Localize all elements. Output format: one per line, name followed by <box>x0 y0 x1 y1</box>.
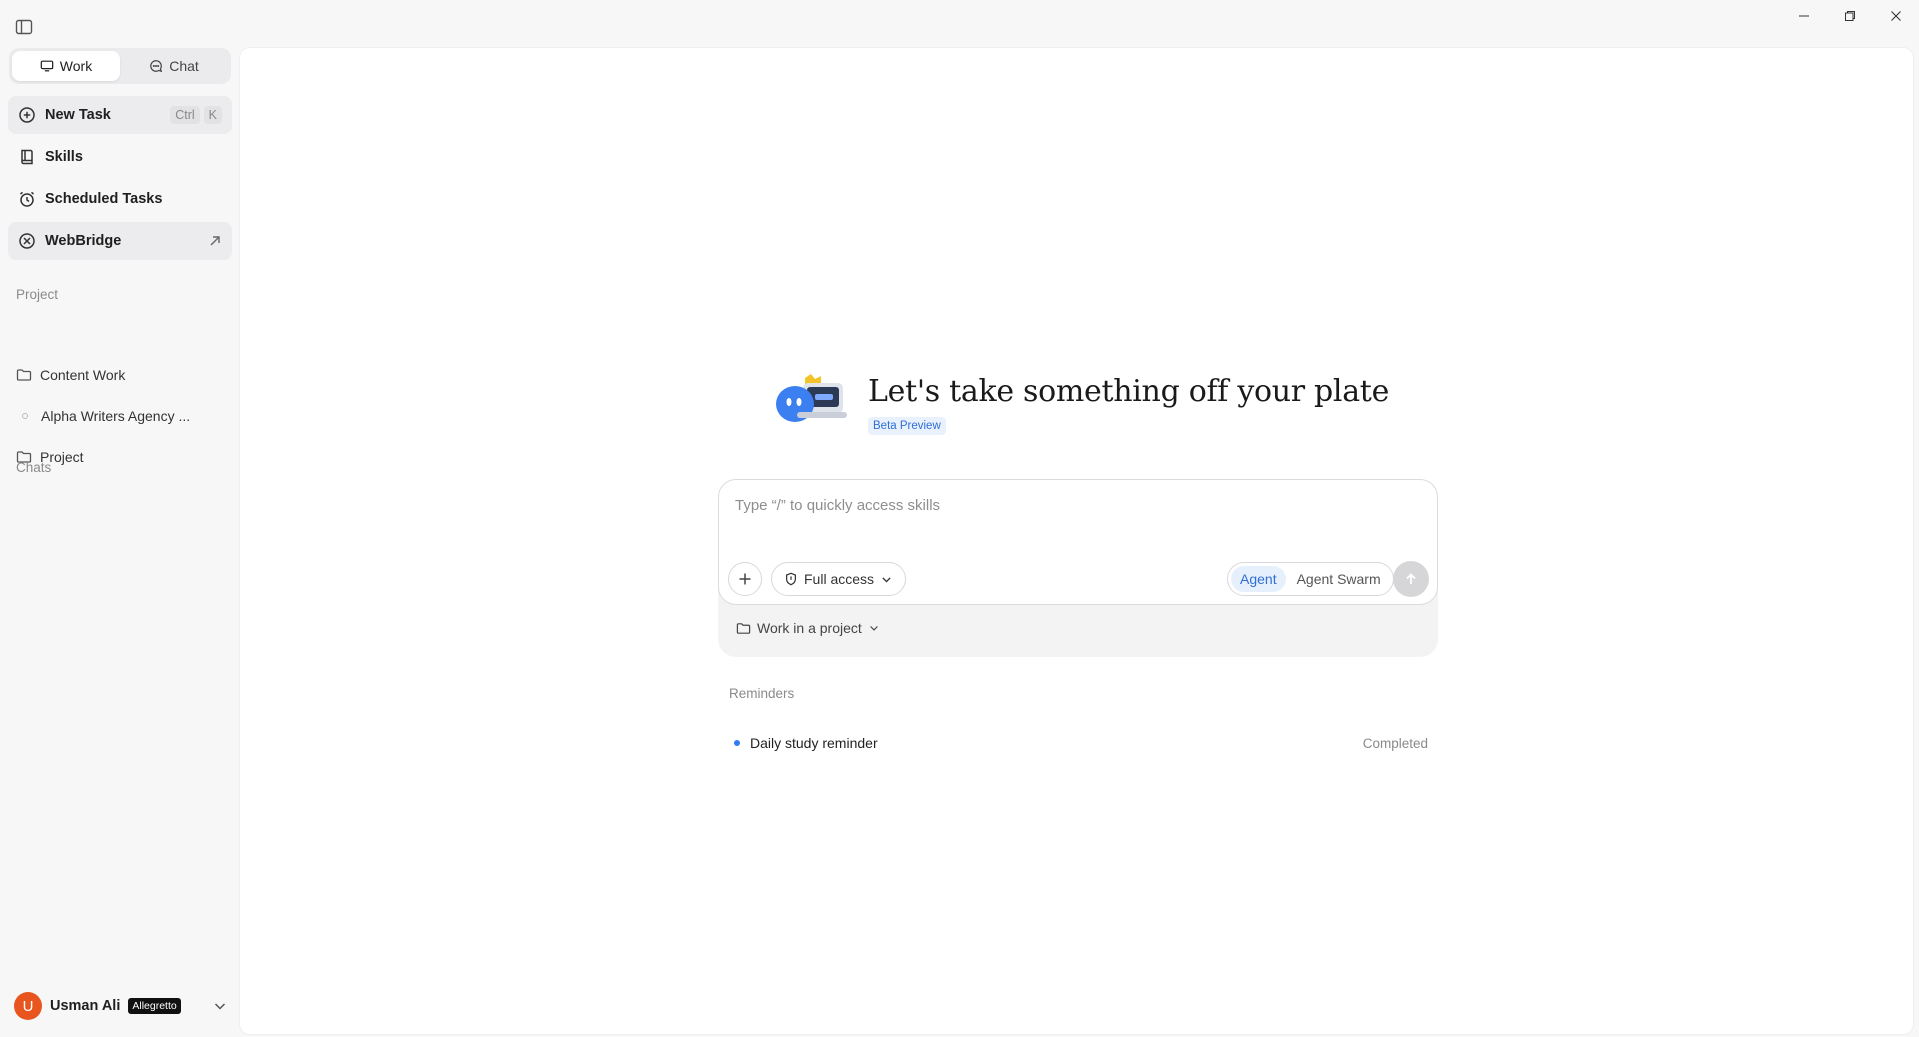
work-in-project-dropdown[interactable]: Work in a project <box>736 620 880 636</box>
composer-container: Type “/” to quickly access skills Full a… <box>718 479 1438 657</box>
access-level-label: Full access <box>804 571 875 587</box>
work-in-project-label: Work in a project <box>757 620 862 636</box>
dot-icon <box>22 413 28 419</box>
agent-mode-toggle: Agent Agent Swarm <box>1227 562 1394 596</box>
mascot-icon <box>776 374 847 422</box>
chat-bubble-icon <box>150 60 163 73</box>
send-button[interactable] <box>1393 561 1429 597</box>
restore-button[interactable] <box>1827 0 1873 32</box>
reminders-label: Reminders <box>729 686 795 701</box>
arrow-up-icon <box>1406 573 1416 584</box>
folder-icon <box>16 369 32 381</box>
monitor-icon <box>40 60 54 72</box>
user-name: Usman Ali <box>50 998 121 1014</box>
mode-agent[interactable]: Agent <box>1231 566 1286 592</box>
webbridge-icon <box>19 233 35 249</box>
tab-work-label: Work <box>59 58 93 74</box>
project-item-label: Alpha Writers Agency ... <box>41 408 191 424</box>
user-profile[interactable]: U Usman Ali Allegretto <box>14 991 228 1021</box>
sidebar-item-webbridge-label: WebBridge <box>45 233 122 249</box>
sidebar: Work Chat New Task Ctrl K Skills Schedul… <box>0 40 240 1037</box>
project-section-label: Project <box>16 287 59 302</box>
sidebar-item-scheduled-tasks[interactable]: Scheduled Tasks <box>8 180 232 218</box>
shield-icon <box>786 572 796 586</box>
book-icon <box>21 149 33 165</box>
mode-agent-swarm[interactable]: Agent Swarm <box>1288 566 1390 592</box>
sidebar-item-webbridge[interactable]: WebBridge <box>8 222 232 260</box>
plus-circle-icon <box>19 107 35 123</box>
shortcut-key-k: K <box>203 106 222 124</box>
plan-badge: Allegretto <box>128 998 181 1014</box>
new-task-button[interactable]: New Task Ctrl K <box>8 96 232 134</box>
external-link-icon <box>210 236 220 246</box>
reminder-title: Daily study reminder <box>750 735 878 751</box>
folder-icon <box>736 622 751 634</box>
project-item-content-work[interactable]: Content Work <box>16 360 226 390</box>
sidebar-item-scheduled-label: Scheduled Tasks <box>45 191 163 207</box>
project-item-label: Content Work <box>40 367 126 383</box>
sidebar-toggle-icon[interactable] <box>14 17 34 37</box>
composer-input[interactable]: Type “/” to quickly access skills <box>735 497 940 514</box>
project-item-alpha-writers[interactable]: Alpha Writers Agency ... <box>16 401 226 431</box>
beta-badge: Beta Preview <box>868 417 946 435</box>
avatar: U <box>14 992 42 1020</box>
access-level-dropdown[interactable]: Full access <box>771 562 907 596</box>
attach-button[interactable] <box>728 562 762 596</box>
shortcut-hint: Ctrl K <box>170 106 222 124</box>
sidebar-item-skills[interactable]: Skills <box>8 138 232 176</box>
reminder-item[interactable]: Daily study reminder Completed <box>734 733 1428 753</box>
hero: Let's take something off your plate Beta… <box>775 374 1389 444</box>
reminder-dot-icon <box>734 740 740 746</box>
alarm-clock-icon <box>20 191 34 207</box>
new-task-label: New Task <box>45 107 111 123</box>
close-button[interactable] <box>1873 0 1919 32</box>
composer[interactable]: Type “/” to quickly access skills Full a… <box>718 479 1438 605</box>
hero-title: Let's take something off your plate <box>868 374 1390 409</box>
tab-chat-label: Chat <box>169 58 199 74</box>
plus-icon <box>739 573 751 585</box>
chevron-down-icon <box>882 576 891 582</box>
mode-segmented-control: Work Chat <box>9 48 231 84</box>
window-controls <box>1781 0 1919 32</box>
sidebar-item-skills-label: Skills <box>45 149 83 165</box>
chats-section-label: Chats <box>16 460 52 475</box>
reminder-status: Completed <box>1362 735 1428 751</box>
tab-work[interactable]: Work <box>12 51 120 81</box>
minimize-button[interactable] <box>1781 0 1827 32</box>
chevron-down-icon[interactable] <box>212 998 228 1014</box>
shortcut-key-ctrl: Ctrl <box>170 106 200 124</box>
tab-chat[interactable]: Chat <box>120 51 228 81</box>
chevron-down-icon <box>869 626 878 631</box>
